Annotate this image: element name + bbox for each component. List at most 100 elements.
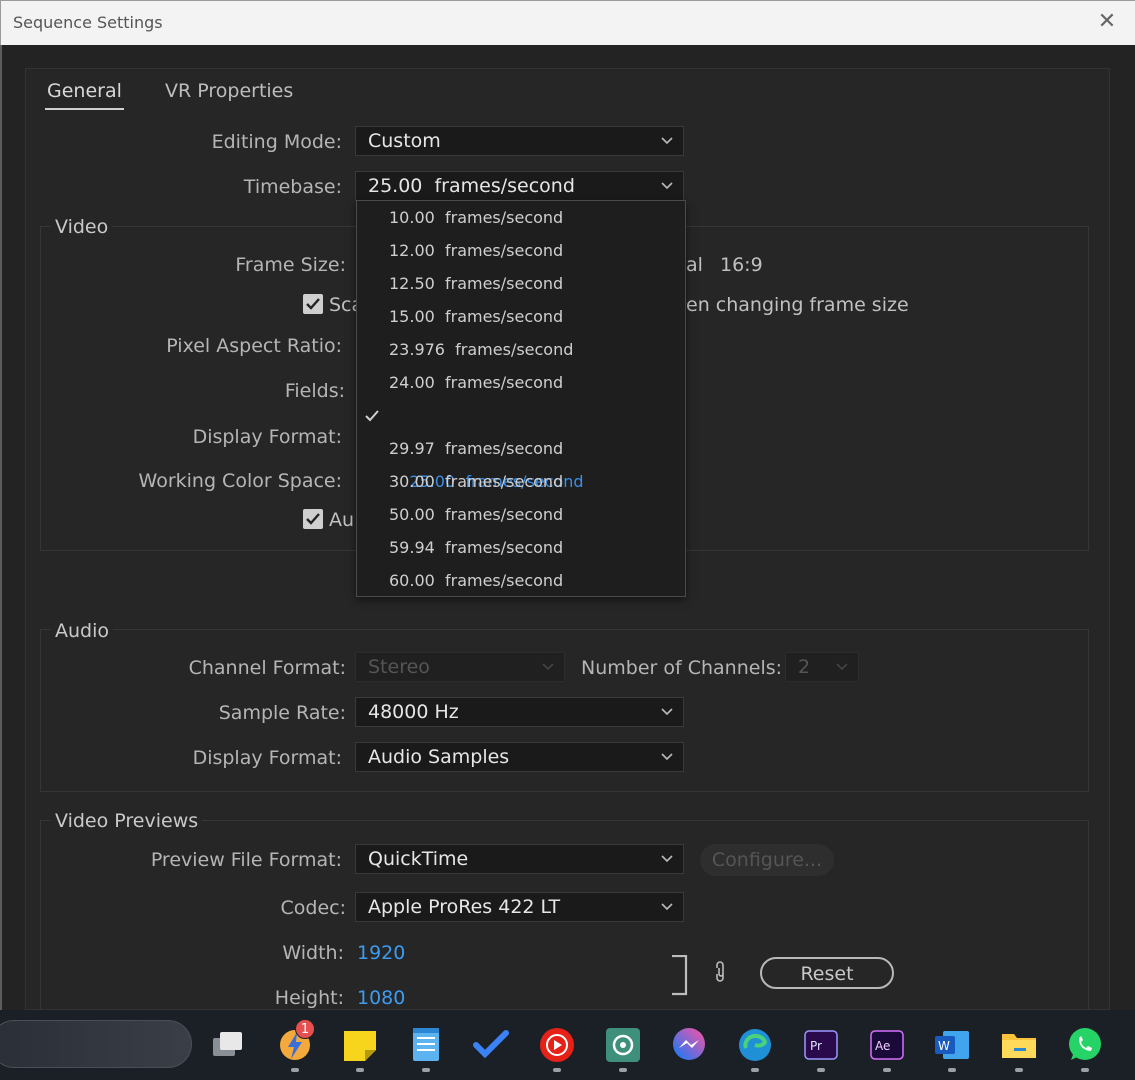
file-explorer-icon[interactable]	[1000, 1026, 1038, 1064]
number-of-channels-dropdown[interactable]: 2	[785, 652, 859, 682]
premiere-pro-icon[interactable]: Pr	[802, 1026, 840, 1064]
scale-checkbox[interactable]	[303, 294, 323, 314]
audio-display-format-label: Display Format:	[192, 747, 342, 769]
todo-icon[interactable]	[472, 1026, 510, 1064]
codec-label: Codec:	[280, 897, 347, 919]
width-label: Width:	[282, 942, 344, 964]
word-icon[interactable]: W	[933, 1026, 971, 1064]
height-label: Height:	[274, 987, 344, 1009]
running-indicator	[751, 1068, 759, 1072]
auto-checkbox[interactable]	[303, 509, 323, 529]
running-indicator	[1015, 1068, 1023, 1072]
number-of-channels-label: Number of Channels:	[581, 657, 783, 679]
youtube-music-icon[interactable]	[538, 1026, 576, 1064]
running-indicator	[553, 1068, 561, 1072]
width-value[interactable]: 1920	[357, 942, 405, 964]
audio-display-format-dropdown[interactable]: Audio Samples	[355, 742, 684, 772]
timebase-option[interactable]: 12.50 frames/second	[357, 267, 685, 300]
title-bar: Sequence Settings ✕	[0, 0, 1135, 45]
reset-button[interactable]: Reset	[760, 957, 894, 989]
edge-icon[interactable]	[736, 1026, 774, 1064]
pixel-aspect-ratio-label: Pixel Aspect Ratio:	[166, 335, 342, 357]
tab-vr-properties[interactable]: VR Properties	[165, 80, 293, 102]
editing-mode-dropdown[interactable]: Custom	[355, 126, 684, 156]
chevron-down-icon	[542, 653, 556, 681]
notification-badge: 1	[295, 1019, 315, 1039]
timebase-option[interactable]: 15.00 frames/second	[357, 300, 685, 333]
scale-text-partial: en changing frame size	[686, 294, 909, 316]
timebase-option[interactable]: 29.97 frames/second	[357, 432, 685, 465]
chevron-down-icon	[661, 743, 675, 771]
sample-rate-value: 48000 Hz	[368, 701, 459, 723]
editing-mode-label: Editing Mode:	[211, 131, 342, 153]
timebase-value: 25.00 frames/second	[368, 175, 575, 197]
channel-format-label: Channel Format:	[188, 657, 346, 679]
messenger-icon[interactable]	[670, 1026, 708, 1064]
close-icon[interactable]: ✕	[1095, 10, 1119, 34]
timebase-option-selected[interactable]: 25.00 frames/second	[357, 399, 685, 491]
preview-file-format-label: Preview File Format:	[150, 849, 342, 871]
taskbar-search[interactable]	[0, 1020, 192, 1068]
running-indicator	[291, 1068, 299, 1072]
video-previews-group-title: Video Previews	[51, 810, 203, 832]
taskbar: Pr Ae W	[0, 1010, 1135, 1080]
chevron-down-icon	[661, 698, 675, 726]
aspect-label-partial: al	[686, 254, 703, 276]
tab-general[interactable]: General	[45, 80, 124, 110]
preview-file-format-dropdown[interactable]: QuickTime	[355, 844, 684, 874]
timebase-label: Timebase:	[243, 176, 342, 198]
display-format-label: Display Format:	[192, 426, 342, 448]
channel-format-dropdown[interactable]: Stereo	[355, 652, 565, 682]
svg-text:Pr: Pr	[810, 1039, 822, 1053]
configure-button[interactable]: Configure...	[700, 844, 834, 876]
running-indicator	[619, 1068, 627, 1072]
chevron-down-icon	[661, 127, 675, 155]
window-title: Sequence Settings	[13, 13, 163, 32]
sticky-notes-icon[interactable]	[341, 1026, 379, 1064]
editing-mode-value: Custom	[368, 130, 441, 152]
running-indicator	[883, 1068, 891, 1072]
sample-rate-dropdown[interactable]: 48000 Hz	[355, 697, 684, 727]
running-indicator	[1081, 1068, 1089, 1072]
timebase-option[interactable]: 59.94 frames/second	[357, 531, 685, 564]
number-of-channels-value: 2	[798, 656, 811, 678]
frame-size-label: Frame Size:	[235, 254, 346, 276]
chevron-down-icon	[661, 172, 675, 200]
working-color-space-label: Working Color Space:	[138, 470, 342, 492]
aspect-ratio-value: 16:9	[720, 254, 763, 276]
timebase-option[interactable]: 12.00 frames/second	[357, 234, 685, 267]
channel-format-value: Stereo	[368, 656, 430, 678]
auto-checkbox-label-partial: Au	[329, 509, 355, 531]
running-indicator	[948, 1068, 956, 1072]
running-indicator	[817, 1068, 825, 1072]
timebase-menu: 10.00 frames/second 12.00 frames/second …	[356, 200, 686, 597]
fields-label: Fields:	[284, 380, 345, 402]
timebase-option[interactable]: 24.00 frames/second	[357, 366, 685, 399]
timebase-option[interactable]: 10.00 frames/second	[357, 201, 685, 234]
chevron-down-icon	[836, 653, 850, 681]
audio-display-format-value: Audio Samples	[368, 746, 510, 768]
running-indicator	[422, 1068, 430, 1072]
preview-file-format-value: QuickTime	[368, 848, 469, 870]
height-value[interactable]: 1080	[357, 987, 405, 1009]
timebase-option[interactable]: 30.00 frames/second	[357, 465, 685, 498]
video-group-title: Video	[51, 216, 113, 238]
running-indicator	[356, 1068, 364, 1072]
codec-value: Apple ProRes 422 LT	[368, 896, 561, 918]
timebase-option[interactable]: 23.976 frames/second	[357, 333, 685, 366]
after-effects-icon[interactable]: Ae	[868, 1026, 906, 1064]
svg-text:W: W	[938, 1039, 950, 1053]
task-view-icon[interactable]	[209, 1026, 247, 1064]
chevron-down-icon	[661, 845, 675, 873]
chain-link-icon[interactable]	[713, 960, 727, 984]
codec-dropdown[interactable]: Apple ProRes 422 LT	[355, 892, 684, 922]
link-bracket-icon	[672, 955, 688, 996]
timebase-option[interactable]: 60.00 frames/second	[357, 564, 685, 597]
notepad-icon[interactable]	[407, 1026, 445, 1064]
chatgpt-icon[interactable]	[604, 1026, 642, 1064]
chevron-down-icon	[661, 893, 675, 921]
timebase-dropdown[interactable]: 25.00 frames/second	[355, 171, 684, 201]
whatsapp-icon[interactable]	[1066, 1026, 1104, 1064]
sample-rate-label: Sample Rate:	[218, 702, 346, 724]
timebase-option[interactable]: 50.00 frames/second	[357, 498, 685, 531]
